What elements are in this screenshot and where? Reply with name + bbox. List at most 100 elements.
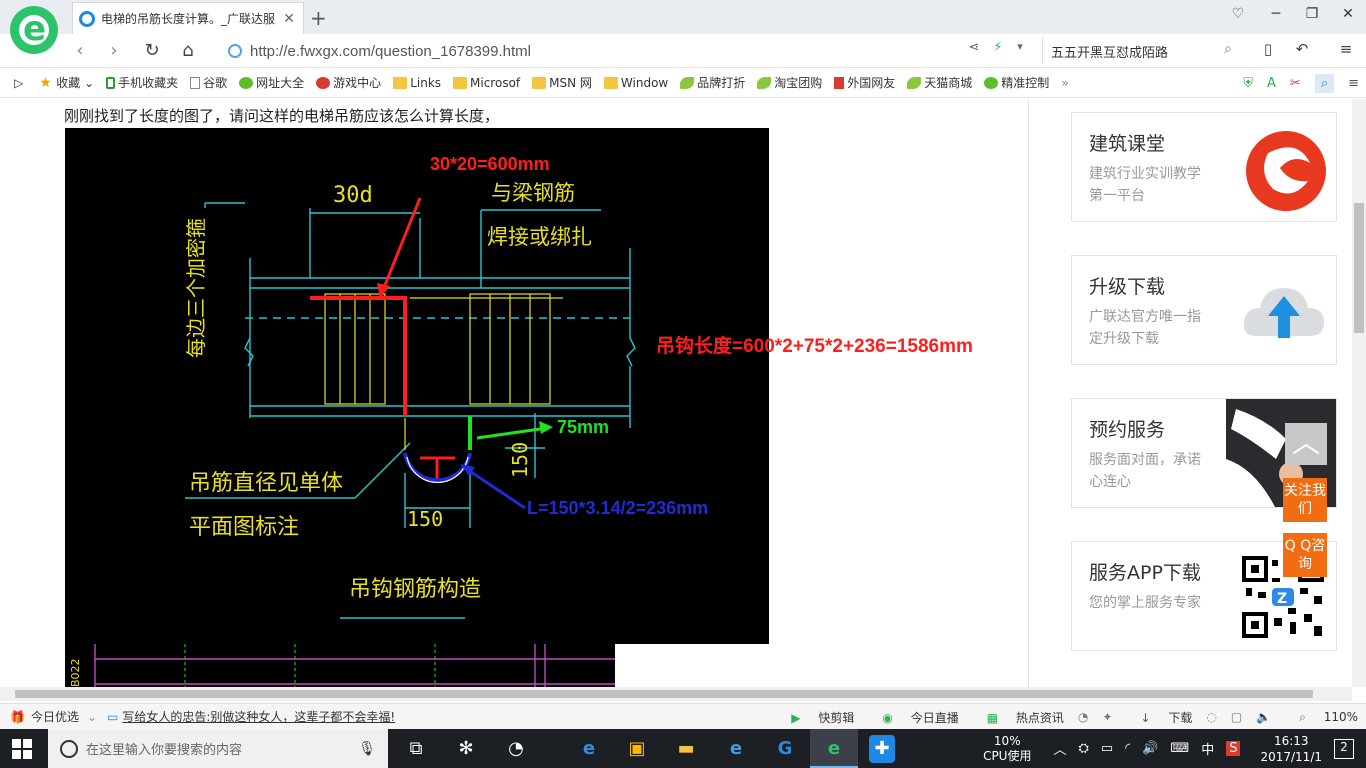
quick-clip-button[interactable]: ▶ 快剪辑 [777, 709, 854, 726]
hook-green-arrowhead [539, 421, 553, 434]
shield-icon[interactable]: ⛨ [1243, 76, 1253, 91]
home-icon[interactable]: ⌂ [176, 40, 200, 62]
ime-indicator[interactable]: 中 [1201, 739, 1214, 758]
bookmark-tmall[interactable]: 天猫商城 [907, 74, 972, 91]
cpu-usage[interactable]: 10% CPU使用 [983, 734, 1031, 764]
bookmark-google[interactable]: 谷歌 [190, 74, 227, 91]
tab-title: 电梯的吊筋长度计算。_广联达服 [101, 12, 276, 26]
file-explorer-icon[interactable]: ▬ [672, 735, 700, 763]
share-icon[interactable]: ⋖ [962, 40, 986, 62]
restore-icon[interactable]: ❐ [1302, 6, 1322, 26]
battery-icon[interactable]: ▭ [1101, 741, 1113, 756]
bookmark-foreign[interactable]: 外国网友 [834, 74, 895, 91]
skin-shirt-icon[interactable]: ♡ [1228, 6, 1248, 26]
new-tab-plus-icon[interactable]: + [310, 6, 327, 30]
microphone-icon[interactable]: 🎙 [358, 741, 376, 757]
action-center-icon[interactable]: 2 [1334, 738, 1354, 759]
refresh-icon[interactable]: ↻ [140, 40, 164, 62]
clock[interactable]: 16:13 2017/11/1 [1260, 733, 1322, 765]
qq-consult-button[interactable]: Q Q咨询 [1283, 533, 1327, 577]
undo-icon[interactable]: ↶ [1290, 40, 1314, 62]
speed-icon[interactable]: ◔ [1078, 710, 1088, 724]
close-window-icon[interactable]: ✕ [1338, 6, 1358, 26]
leaf-icon [907, 76, 922, 89]
window-icon[interactable]: ▢ [1231, 710, 1242, 724]
hot-news-button[interactable]: ▦ 热点资讯 [973, 709, 1064, 726]
download-button[interactable]: ↓ 下载 [1126, 709, 1192, 726]
forward-icon[interactable]: › [102, 40, 126, 62]
people-icon[interactable]: ⛭ [1078, 741, 1088, 756]
edge-browser-icon[interactable]: e [575, 735, 603, 763]
card-building-class[interactable]: 建筑课堂 建筑行业实训教学第一平台 [1071, 112, 1337, 222]
browser-icon[interactable]: ◌ [1206, 710, 1216, 724]
browser-360-icon[interactable]: e [820, 735, 848, 763]
clip-icon: ▶ [791, 710, 801, 725]
windows-taskbar: 在这里输入你要搜索的内容 🎙 ⧉ ✻ ◔ e ▣ ▬ e G e ✚ 10% C… [0, 729, 1366, 768]
plus-app-icon[interactable]: ✚ [869, 735, 895, 763]
tab-close-icon[interactable]: ✕ [281, 11, 297, 27]
search-icon[interactable]: ⌕ [1224, 41, 1232, 57]
scroll-thumb[interactable] [15, 690, 1313, 698]
dim-150-h: 150 [407, 507, 443, 531]
bookmark-taobao[interactable]: 淘宝团购 [757, 74, 822, 91]
start-button[interactable] [12, 739, 32, 759]
bookmark-favorites[interactable]: ★ 收藏 ⌄ [39, 74, 94, 91]
ie-browser-icon[interactable]: e [722, 735, 750, 763]
address-bar[interactable]: http://e.fwxgx.com/question_1678399.html [220, 38, 1040, 64]
card-title: 服务APP下载 [1089, 562, 1201, 584]
chevron-down-icon[interactable]: ⌄ [87, 710, 97, 724]
mobile-icon[interactable]: ▯ [1256, 40, 1280, 62]
bookmark-mobile[interactable]: 手机收藏夹 [106, 74, 178, 91]
cpu-label: CPU使用 [983, 748, 1032, 763]
bookmark-games[interactable]: 游戏中心 [316, 74, 381, 91]
horizontal-scrollbar[interactable] [0, 687, 1352, 701]
more-menu-icon[interactable]: ≡ [1348, 76, 1359, 91]
back-icon[interactable]: ‹ [68, 40, 92, 62]
bookmark-hao[interactable]: 网址大全 [239, 74, 304, 91]
zoom-control[interactable]: ⌕ 110% [1285, 710, 1358, 725]
scroll-thumb[interactable] [1354, 203, 1364, 333]
dim-red-arrowhead [377, 283, 390, 298]
wifi-icon[interactable]: ◜ [1125, 741, 1130, 756]
minimize-icon[interactable]: ─ [1266, 6, 1286, 26]
bookmark-precise[interactable]: 精准控制 [984, 74, 1049, 91]
bookmark-brand-sale[interactable]: 品牌打折 [680, 74, 745, 91]
tray-expand-icon[interactable]: ︿ [1053, 739, 1066, 758]
volume-icon[interactable]: 🔈 [1256, 710, 1271, 724]
today-picks-link[interactable]: 今日优选 [31, 708, 79, 725]
scissors-icon[interactable]: ✂ [1290, 76, 1301, 91]
vertical-scrollbar[interactable] [1352, 99, 1366, 687]
tab-active[interactable]: 电梯的吊筋长度计算。_广联达服 ✕ [72, 2, 304, 34]
bookmark-windows[interactable]: Window [603, 76, 668, 90]
lightning-icon[interactable]: ⚡ [986, 40, 1010, 62]
search-input[interactable]: 五五开黑互怼成陌路 ⌕ [1042, 38, 1238, 64]
volume-icon[interactable]: 🔊 [1142, 741, 1158, 756]
fan-app-icon[interactable]: ✻ [452, 735, 480, 763]
store-icon[interactable]: ▣ [623, 735, 651, 763]
translate-icon[interactable]: A [1267, 76, 1276, 91]
browser-logo-icon[interactable] [10, 6, 58, 54]
more-bookmarks-icon[interactable]: » [1061, 76, 1068, 90]
note-text-2: 平面图标注 [189, 515, 299, 540]
bookmark-msn[interactable]: MSN 网 [532, 74, 592, 91]
follow-us-button[interactable]: 关注我们 [1283, 478, 1327, 522]
live-button[interactable]: ◉ 今日直播 [868, 709, 958, 726]
bookmark-links[interactable]: Links [393, 76, 441, 90]
card-upgrade-download[interactable]: 升级下载 广联达官方唯一指定升级下载 [1071, 255, 1337, 365]
taskbar-search-input[interactable]: 在这里输入你要搜索的内容 🎙 [48, 729, 388, 768]
folder-icon [532, 76, 547, 89]
eraser-icon[interactable]: ✦ [1102, 710, 1112, 724]
back-to-top-button[interactable]: ︿ [1285, 423, 1327, 465]
glodon-app-icon[interactable]: G [771, 735, 799, 763]
bookmark-microsoft[interactable]: Microsof [453, 76, 520, 90]
keyboard-icon[interactable]: ⌨ [1170, 741, 1189, 756]
news-ticker-link[interactable]: 写给女人的忠告:别做这种女人，这辈子都不会幸福! [122, 708, 395, 725]
sogou-ime-icon[interactable]: S [1226, 741, 1241, 756]
menu-icon[interactable]: ≡ [1334, 40, 1358, 62]
cpu-value: 10% [993, 733, 1021, 748]
task-view-icon[interactable]: ⧉ [402, 735, 430, 763]
sidebar-toggle-icon[interactable]: ▷ [14, 76, 23, 90]
notification-app-icon[interactable]: ◔ [502, 735, 530, 763]
find-icon[interactable]: ⌕ [1314, 73, 1335, 93]
chevron-down-icon[interactable]: ▾ [1008, 40, 1032, 62]
